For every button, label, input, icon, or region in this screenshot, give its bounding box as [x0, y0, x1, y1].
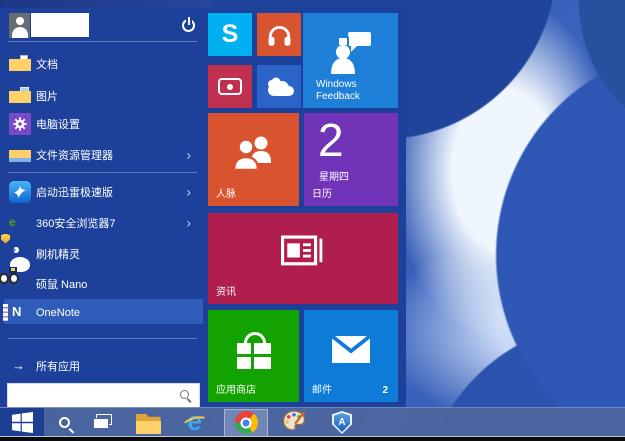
taskbar-chrome[interactable] — [226, 408, 266, 437]
tile-label: 资讯 — [216, 287, 236, 299]
taskbar-internet-explorer[interactable]: e — [176, 408, 216, 437]
menu-item-pc-settings[interactable]: 电脑设置 — [0, 111, 203, 136]
taskbar-file-explorer[interactable] — [128, 408, 168, 437]
store-bag-icon — [208, 310, 299, 390]
search-icon[interactable] — [180, 390, 189, 399]
menu-item-shuaji[interactable]: 刷机精灵 — [0, 241, 203, 266]
folder-icon — [136, 414, 161, 434]
tile-news[interactable]: 资讯 — [208, 213, 398, 304]
news-icon — [208, 213, 398, 290]
headphones-icon — [257, 13, 301, 56]
menu-item-onenote[interactable]: OneNote — [0, 300, 203, 325]
taskbar-security-app[interactable]: A — [322, 408, 362, 437]
search-icon — [59, 417, 70, 428]
menu-item-documents[interactable]: 文档 — [0, 51, 203, 76]
settings-gear-icon — [9, 113, 31, 135]
windows-logo-icon — [2, 408, 42, 437]
documents-folder-icon — [9, 53, 31, 75]
shuoshu-mouse-icon — [9, 273, 31, 295]
onenote-icon — [9, 302, 31, 324]
shield-icon: A — [332, 411, 352, 434]
chevron-right-icon — [186, 215, 191, 230]
skype-icon: S — [222, 20, 239, 49]
tile-onedrive[interactable] — [257, 65, 301, 108]
calendar-day: 2 — [318, 113, 344, 167]
pictures-folder-icon — [9, 85, 31, 107]
task-view-icon — [93, 414, 115, 431]
menu-item-shuoshu-nano[interactable]: 硕鼠 Nano — [0, 271, 203, 296]
tile-label: 日历 — [312, 189, 332, 201]
desktop: 文档 图片 — [0, 0, 625, 441]
chevron-right-icon — [186, 147, 191, 162]
chevron-right-icon — [186, 184, 191, 199]
tile-label: 邮件 — [312, 385, 332, 397]
360-browser-icon — [9, 212, 31, 234]
search-input[interactable] — [7, 383, 200, 408]
calendar-weekday: 星期四 — [319, 168, 349, 183]
menu-item-file-explorer[interactable]: 文件资源管理器 — [0, 142, 203, 167]
start-menu-panel: 文档 图片 — [0, 8, 406, 407]
tile-label: Windows Feedback — [316, 79, 378, 102]
user-name-box[interactable] — [31, 13, 89, 37]
camera-icon — [218, 78, 242, 95]
taskbar: e A — [0, 407, 625, 436]
menu-item-thunder[interactable]: 启动迅雷极速版 — [0, 179, 203, 204]
taskbar-paint[interactable] — [274, 408, 314, 437]
onedrive-cloud-icon — [257, 65, 301, 108]
power-button-icon[interactable] — [182, 19, 195, 32]
mail-unread-count: 2 — [382, 385, 388, 396]
internet-explorer-icon: e — [182, 410, 210, 436]
divider — [8, 172, 197, 173]
menu-item-pictures[interactable]: 图片 — [0, 83, 203, 108]
tile-camera[interactable] — [208, 65, 252, 108]
all-apps-button[interactable]: 所有应用 — [0, 354, 203, 378]
chrome-icon — [235, 411, 258, 434]
screen-edge — [0, 437, 625, 441]
tile-windows-feedback[interactable]: Windows Feedback — [303, 13, 398, 108]
tile-skype[interactable]: S — [208, 13, 252, 56]
mail-envelope-icon — [304, 310, 398, 388]
right-arrow-icon — [12, 358, 25, 373]
tile-store[interactable]: 应用商店 — [208, 310, 299, 402]
task-view-button[interactable] — [84, 408, 124, 437]
people-icon — [208, 113, 299, 192]
tile-label: 应用商店 — [216, 385, 256, 397]
divider — [8, 338, 197, 339]
divider — [8, 41, 197, 42]
tile-music[interactable] — [257, 13, 301, 56]
tile-label: 人脉 — [216, 189, 236, 201]
file-explorer-icon — [9, 144, 31, 166]
tile-people[interactable]: 人脉 — [208, 113, 299, 206]
menu-item-360-browser[interactable]: 360安全浏览器7 — [0, 210, 203, 235]
tile-mail[interactable]: 邮件 2 — [304, 310, 398, 402]
thunder-icon — [9, 181, 31, 203]
user-avatar[interactable] — [9, 13, 30, 38]
start-button[interactable] — [0, 408, 44, 437]
paint-palette-icon — [281, 408, 307, 438]
tile-calendar[interactable]: 2 星期四 日历 — [304, 113, 398, 206]
taskbar-search-button[interactable] — [44, 408, 84, 437]
